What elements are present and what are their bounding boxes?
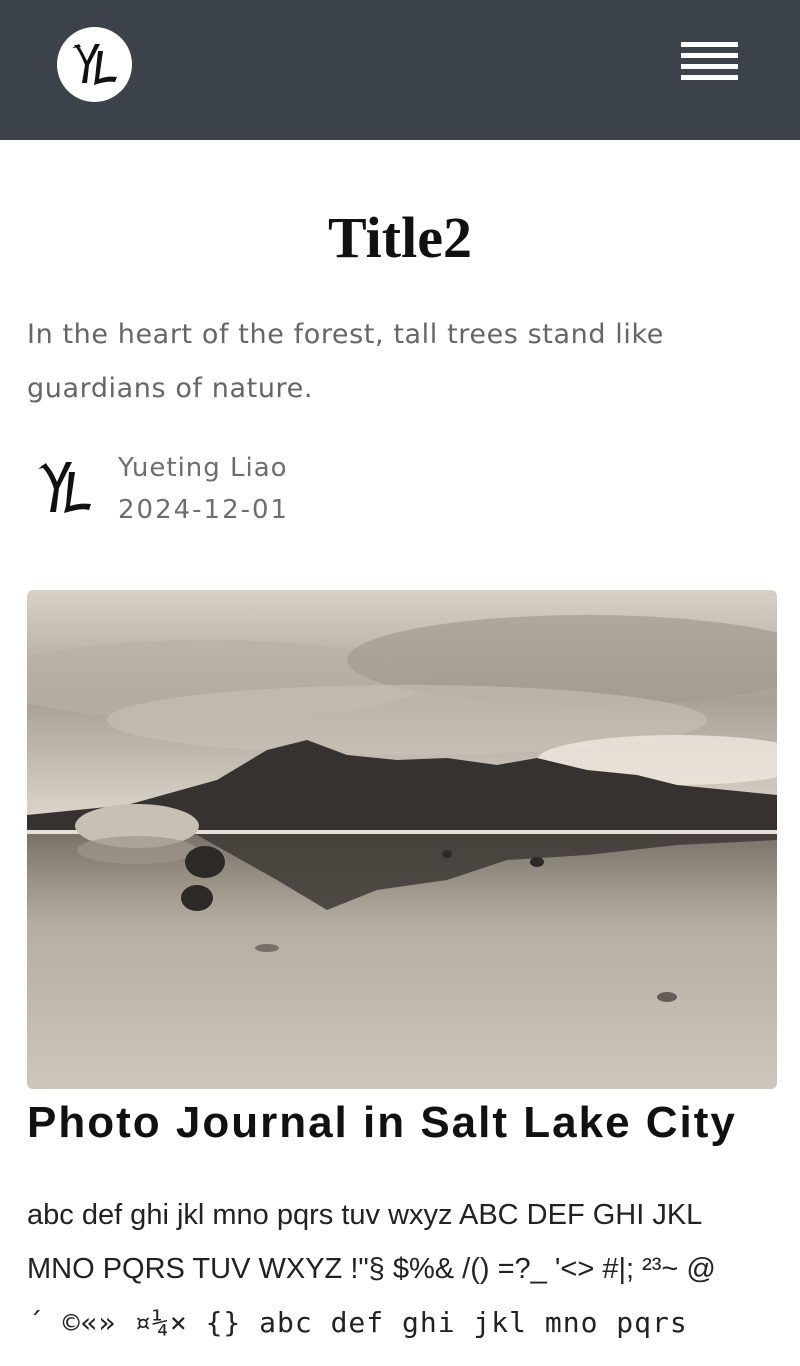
yl-logo-icon	[71, 43, 117, 85]
site-logo[interactable]	[57, 27, 132, 102]
menu-line	[681, 64, 738, 69]
menu-line	[681, 42, 738, 47]
body-line-mono: ´ ©«» ¤¼× {} abc def ghi jkl mno pqrs	[27, 1306, 688, 1339]
top-navigation-bar	[0, 0, 800, 140]
menu-line	[681, 75, 738, 80]
hamburger-menu-button[interactable]	[676, 38, 742, 94]
author-avatar	[33, 452, 99, 522]
post-subtitle: In the heart of the forest, tall trees s…	[27, 319, 664, 404]
article-body: abc def ghi jkl mno pqrs tuv wxyz ABC DE…	[27, 1188, 787, 1350]
menu-line	[681, 53, 738, 58]
salt-lake-photo	[27, 590, 777, 1089]
salt-lake-landscape-photo-icon	[27, 590, 777, 1089]
post-date: 2024-12-01	[118, 495, 290, 525]
yl-avatar-icon	[38, 462, 91, 513]
author-name[interactable]: Yueting Liao	[118, 450, 288, 486]
photo-heading: Photo Journal in Salt Lake City	[27, 1098, 737, 1147]
body-line: MNO PQRS TUV WXYZ !"§ $%& /() =?_ '<> #|…	[27, 1253, 716, 1285]
body-line: abc def ghi jkl mno pqrs tuv wxyz ABC DE…	[27, 1199, 703, 1231]
post-title: Title2	[328, 205, 472, 270]
